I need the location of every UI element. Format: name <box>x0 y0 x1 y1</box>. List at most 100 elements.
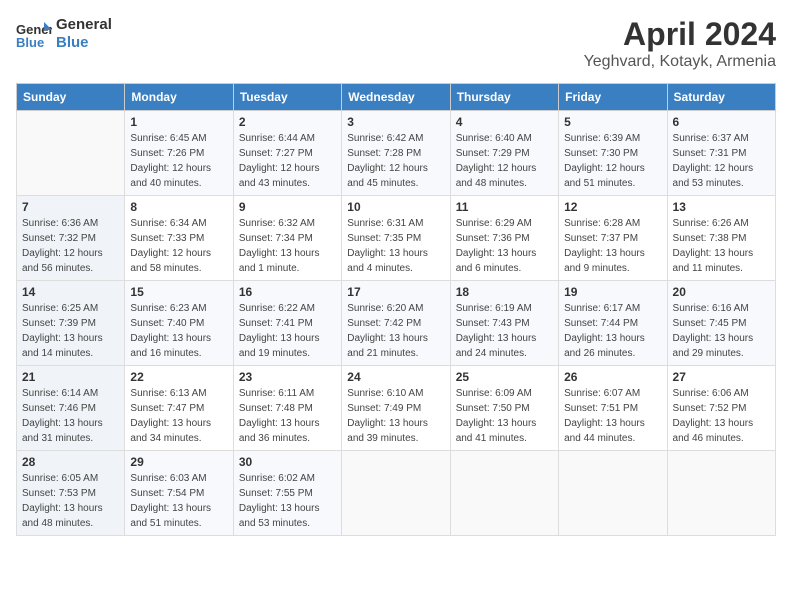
title-block: April 2024 Yeghvard, Kotayk, Armenia <box>584 16 776 71</box>
day-number: 10 <box>347 200 444 214</box>
calendar-cell: 11 Sunrise: 6:29 AM Sunset: 7:36 PM Dayli… <box>450 196 558 281</box>
calendar-cell: 8Sunrise: 6:34 AM Sunset: 7:33 PM Daylig… <box>125 196 233 281</box>
day-info: Sunrise: 6:45 AM Sunset: 7:26 PM Dayligh… <box>130 131 227 191</box>
day-info: Sunrise: 6:11 AM Sunset: 7:48 PM Dayligh… <box>239 386 336 446</box>
header-friday: Friday <box>559 84 667 111</box>
header-monday: Monday <box>125 84 233 111</box>
calendar-cell: 22 Sunrise: 6:13 AM Sunset: 7:47 PM Dayli… <box>125 366 233 451</box>
calendar-cell: 6 Sunrise: 6:37 AM Sunset: 7:31 PM Daylig… <box>667 111 775 196</box>
header-thursday: Thursday <box>450 84 558 111</box>
calendar-cell <box>667 451 775 536</box>
day-number: 11 <box>456 200 553 214</box>
calendar-cell: 4Sunrise: 6:40 AM Sunset: 7:29 PM Daylig… <box>450 111 558 196</box>
day-info: Sunrise: 6:25 AM Sunset: 7:39 PM Dayligh… <box>22 301 119 361</box>
day-info: Sunrise: 6:19 AM Sunset: 7:43 PM Dayligh… <box>456 301 553 361</box>
day-number: 9 <box>239 200 336 214</box>
week-row-4: 21 Sunrise: 6:14 AM Sunset: 7:46 PM Dayli… <box>17 366 776 451</box>
day-number: 28 <box>22 455 119 469</box>
location: Yeghvard, Kotayk, Armenia <box>584 53 776 71</box>
month-title: April 2024 <box>584 16 776 53</box>
day-info: Sunrise: 6:29 AM Sunset: 7:36 PM Dayligh… <box>456 216 553 276</box>
day-info: Sunrise: 6:31 AM Sunset: 7:35 PM Dayligh… <box>347 216 444 276</box>
day-info: Sunrise: 6:32 AM Sunset: 7:34 PM Dayligh… <box>239 216 336 276</box>
day-number: 7 <box>22 200 119 214</box>
calendar-cell: 18 Sunrise: 6:19 AM Sunset: 7:43 PM Dayli… <box>450 281 558 366</box>
day-number: 27 <box>673 370 770 384</box>
calendar-cell <box>559 451 667 536</box>
calendar-cell: 7Sunrise: 6:36 AM Sunset: 7:32 PM Daylig… <box>17 196 125 281</box>
week-row-3: 14Sunrise: 6:25 AM Sunset: 7:39 PM Dayli… <box>17 281 776 366</box>
day-info: Sunrise: 6:37 AM Sunset: 7:31 PM Dayligh… <box>673 131 770 191</box>
calendar-cell: 3 Sunrise: 6:42 AM Sunset: 7:28 PM Daylig… <box>342 111 450 196</box>
day-info: Sunrise: 6:28 AM Sunset: 7:37 PM Dayligh… <box>564 216 661 276</box>
day-number: 26 <box>564 370 661 384</box>
day-number: 2 <box>239 115 336 129</box>
day-number: 1 <box>130 115 227 129</box>
calendar-cell: 9 Sunrise: 6:32 AM Sunset: 7:34 PM Daylig… <box>233 196 341 281</box>
day-info: Sunrise: 6:17 AM Sunset: 7:44 PM Dayligh… <box>564 301 661 361</box>
header-tuesday: Tuesday <box>233 84 341 111</box>
day-number: 12 <box>564 200 661 214</box>
calendar-cell: 15 Sunrise: 6:23 AM Sunset: 7:40 PM Dayli… <box>125 281 233 366</box>
calendar-cell <box>450 451 558 536</box>
day-number: 16 <box>239 285 336 299</box>
page-header: General Blue General Blue April 2024 Yeg… <box>16 16 776 71</box>
calendar-cell: 12 Sunrise: 6:28 AM Sunset: 7:37 PM Dayli… <box>559 196 667 281</box>
header-saturday: Saturday <box>667 84 775 111</box>
day-number: 6 <box>673 115 770 129</box>
day-info: Sunrise: 6:07 AM Sunset: 7:51 PM Dayligh… <box>564 386 661 446</box>
day-number: 29 <box>130 455 227 469</box>
calendar-cell: 26 Sunrise: 6:07 AM Sunset: 7:51 PM Dayli… <box>559 366 667 451</box>
day-info: Sunrise: 6:03 AM Sunset: 7:54 PM Dayligh… <box>130 471 227 531</box>
day-number: 17 <box>347 285 444 299</box>
calendar-cell: 21 Sunrise: 6:14 AM Sunset: 7:46 PM Dayli… <box>17 366 125 451</box>
logo-icon: General Blue <box>16 20 52 48</box>
calendar-cell: 13Sunrise: 6:26 AM Sunset: 7:38 PM Dayli… <box>667 196 775 281</box>
day-info: Sunrise: 6:16 AM Sunset: 7:45 PM Dayligh… <box>673 301 770 361</box>
calendar-cell: 17 Sunrise: 6:20 AM Sunset: 7:42 PM Dayli… <box>342 281 450 366</box>
calendar-cell: 14Sunrise: 6:25 AM Sunset: 7:39 PM Dayli… <box>17 281 125 366</box>
day-info: Sunrise: 6:05 AM Sunset: 7:53 PM Dayligh… <box>22 471 119 531</box>
calendar-cell: 20Sunrise: 6:16 AM Sunset: 7:45 PM Dayli… <box>667 281 775 366</box>
logo-text: General <box>56 16 112 34</box>
week-row-2: 7Sunrise: 6:36 AM Sunset: 7:32 PM Daylig… <box>17 196 776 281</box>
calendar-cell: 25Sunrise: 6:09 AM Sunset: 7:50 PM Dayli… <box>450 366 558 451</box>
day-number: 4 <box>456 115 553 129</box>
day-number: 30 <box>239 455 336 469</box>
calendar-cell: 19Sunrise: 6:17 AM Sunset: 7:44 PM Dayli… <box>559 281 667 366</box>
day-info: Sunrise: 6:13 AM Sunset: 7:47 PM Dayligh… <box>130 386 227 446</box>
day-info: Sunrise: 6:44 AM Sunset: 7:27 PM Dayligh… <box>239 131 336 191</box>
calendar-cell: 5 Sunrise: 6:39 AM Sunset: 7:30 PM Daylig… <box>559 111 667 196</box>
calendar-cell: 10 Sunrise: 6:31 AM Sunset: 7:35 PM Dayli… <box>342 196 450 281</box>
day-info: Sunrise: 6:10 AM Sunset: 7:49 PM Dayligh… <box>347 386 444 446</box>
day-info: Sunrise: 6:06 AM Sunset: 7:52 PM Dayligh… <box>673 386 770 446</box>
day-number: 21 <box>22 370 119 384</box>
header-row: SundayMondayTuesdayWednesdayThursdayFrid… <box>17 84 776 111</box>
week-row-5: 28 Sunrise: 6:05 AM Sunset: 7:53 PM Dayli… <box>17 451 776 536</box>
calendar-cell: 23 Sunrise: 6:11 AM Sunset: 7:48 PM Dayli… <box>233 366 341 451</box>
day-number: 3 <box>347 115 444 129</box>
calendar-cell <box>17 111 125 196</box>
day-info: Sunrise: 6:02 AM Sunset: 7:55 PM Dayligh… <box>239 471 336 531</box>
day-info: Sunrise: 6:14 AM Sunset: 7:46 PM Dayligh… <box>22 386 119 446</box>
day-number: 23 <box>239 370 336 384</box>
day-number: 24 <box>347 370 444 384</box>
day-number: 18 <box>456 285 553 299</box>
day-number: 5 <box>564 115 661 129</box>
day-info: Sunrise: 6:39 AM Sunset: 7:30 PM Dayligh… <box>564 131 661 191</box>
svg-text:Blue: Blue <box>16 35 44 48</box>
day-number: 22 <box>130 370 227 384</box>
day-info: Sunrise: 6:22 AM Sunset: 7:41 PM Dayligh… <box>239 301 336 361</box>
calendar-cell: 28 Sunrise: 6:05 AM Sunset: 7:53 PM Dayli… <box>17 451 125 536</box>
header-sunday: Sunday <box>17 84 125 111</box>
day-info: Sunrise: 6:20 AM Sunset: 7:42 PM Dayligh… <box>347 301 444 361</box>
calendar-cell: 16 Sunrise: 6:22 AM Sunset: 7:41 PM Dayli… <box>233 281 341 366</box>
calendar-cell: 29 Sunrise: 6:03 AM Sunset: 7:54 PM Dayli… <box>125 451 233 536</box>
day-info: Sunrise: 6:26 AM Sunset: 7:38 PM Dayligh… <box>673 216 770 276</box>
header-wednesday: Wednesday <box>342 84 450 111</box>
day-info: Sunrise: 6:42 AM Sunset: 7:28 PM Dayligh… <box>347 131 444 191</box>
calendar-cell: 1 Sunrise: 6:45 AM Sunset: 7:26 PM Daylig… <box>125 111 233 196</box>
calendar-cell: 30 Sunrise: 6:02 AM Sunset: 7:55 PM Dayli… <box>233 451 341 536</box>
day-number: 15 <box>130 285 227 299</box>
day-info: Sunrise: 6:23 AM Sunset: 7:40 PM Dayligh… <box>130 301 227 361</box>
